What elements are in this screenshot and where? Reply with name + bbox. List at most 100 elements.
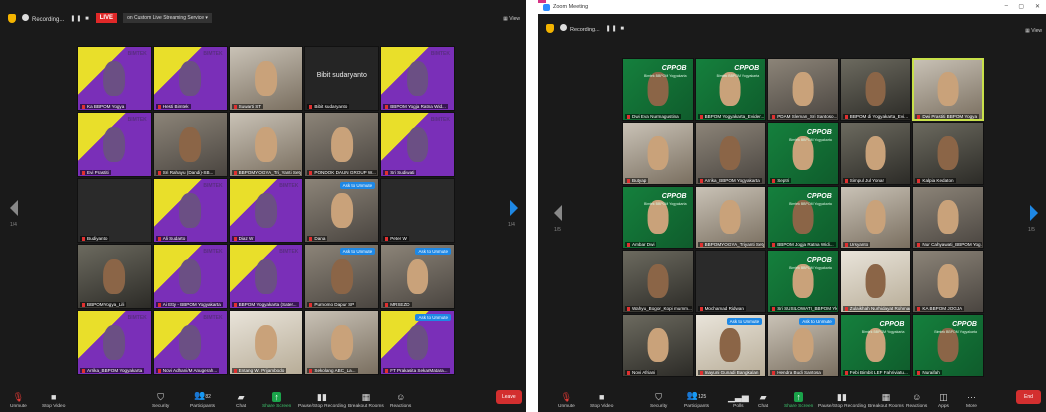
participant-tile[interactable]: Simpul Jul Yonar	[839, 122, 912, 185]
breakout-rooms-button[interactable]: ▦ Breakout Rooms	[348, 381, 384, 409]
participant-tile[interactable]: Ask to Unmute Inayuni Gunadi Bangkalan	[694, 314, 767, 377]
participant-tile[interactable]: CPPOB Bimtek BBPOM Yogyakarta Ambar Dwi	[622, 186, 694, 249]
breakout-label: Breakout Rooms	[348, 404, 384, 409]
participant-tile[interactable]: CPPOB Bimtek BBPOM Yogyakarta Febi Bimbit …	[839, 314, 912, 377]
participant-tile[interactable]: Sri Rahayu (Dandi)-SB...	[152, 112, 228, 177]
share-screen-button[interactable]: ↑ Share Screen	[262, 381, 291, 409]
participant-tile[interactable]: Ask to Unmute MRSEZD	[380, 244, 455, 309]
participant-tile[interactable]: CPPOB Bimtek BBPOM Yogyakarta Septri	[767, 122, 839, 185]
participant-tile[interactable]: BIMTEKAsk to UnmuteFT Prakasita SekarMat…	[380, 310, 455, 375]
participant-tile[interactable]: BIMTEK Ai Etty - BBPOM Yogyakarta	[152, 244, 228, 309]
security-button[interactable]: ⛉ Security	[650, 381, 667, 409]
end-button[interactable]: End	[1016, 390, 1041, 404]
share-screen-button[interactable]: ↑ Share Screen	[784, 381, 813, 409]
participant-tile[interactable]: PONDOK DAUN GROUP W...	[304, 112, 380, 177]
participant-tile[interactable]: BBPOMYOGYA_Tri_Yanti Setya...	[228, 112, 304, 177]
prev-page-arrow-icon[interactable]	[10, 200, 18, 216]
participant-tile[interactable]: BIMTEK Hesti Bimtek	[152, 46, 228, 111]
participant-tile[interactable]: BIMTEK Ka BBPOM Yogya	[77, 46, 152, 111]
participant-tile[interactable]: BBPOMYOGYA_Triyanti Setya...	[694, 186, 767, 249]
ask-to-unmute-button[interactable]: Ask to Unmute	[726, 318, 763, 325]
polls-button[interactable]: ▁▃▅ Polls	[728, 381, 749, 409]
unmute-button[interactable]: 🎙 Unmute	[558, 381, 575, 409]
participant-tile[interactable]: BIMTEK BBPOM Yogyakarta (Sater...	[228, 244, 304, 309]
recording-indicator[interactable]: Recording...	[560, 23, 600, 33]
participant-tile[interactable]: BIMTEK BBPOM Yogja Ratna Wid...	[380, 46, 455, 111]
participant-tile[interactable]: Zulaikhah Nurhidayat Rohmar...	[839, 250, 912, 313]
participant-tile[interactable]: Entang W. Prijambodo	[228, 310, 304, 375]
participant-tile[interactable]: Mochamad Ridwan	[694, 250, 767, 313]
participant-tile[interactable]: Kalpia Kedaton	[912, 122, 984, 185]
participant-tile[interactable]: BIMTEK Diaz W	[228, 178, 304, 243]
participant-tile[interactable]: BIMTEK Novi Adhani/M Anugerah...	[152, 310, 228, 375]
pause-stop-icons[interactable]: ❚❚ ■	[606, 25, 625, 32]
share-screen-icon: ↑	[794, 392, 803, 402]
unmute-button[interactable]: 🎙 Unmute	[10, 381, 27, 409]
view-button[interactable]: ▦ View	[1025, 28, 1042, 34]
leave-button[interactable]: Leave	[496, 390, 522, 404]
participant-tile[interactable]: Bibit sudaryanto Bibit sudaryanto	[304, 46, 380, 111]
cppob-subtitle: Bimtek BBPOM Yogyakarta	[789, 202, 832, 206]
minimize-icon[interactable]: –	[1005, 3, 1008, 9]
participant-tile[interactable]: Ask to Unmute Purnomo Dapur SP	[304, 244, 380, 309]
participant-tile[interactable]: CPPOB Bimtek BBPOM Yogyakarta Sri SUSILOWA…	[767, 250, 839, 313]
reactions-button[interactable]: ☺ Reactions	[906, 381, 927, 409]
participant-tile[interactable]: Butyap	[622, 122, 694, 185]
reactions-button[interactable]: ☺ Reactions	[390, 381, 411, 409]
stream-service-dropdown[interactable]: on Custom Live Streaming Service ▾	[123, 13, 212, 23]
close-icon[interactable]: ✕	[1035, 3, 1040, 10]
participant-tile[interactable]: Arrika_BBPOM Yogyakarta	[694, 122, 767, 185]
participant-tile[interactable]: BBPOMYogya_Lili	[77, 244, 152, 309]
participant-tile[interactable]: CPPOB Bimtek BBPOM Yogyakarta Dwi Eva Nurm…	[622, 58, 694, 121]
participant-tile[interactable]: CPPOB Bimtek BBPOM Yogyakarta BBPOM Yogyak…	[694, 58, 767, 121]
ask-to-unmute-button[interactable]: Ask to Unmute	[415, 248, 451, 255]
participant-tile[interactable]: Ursyanto	[839, 186, 912, 249]
participant-tile[interactable]: Sekolang ABC_La...	[304, 310, 380, 375]
participants-button[interactable]: 👥125 Participants	[684, 381, 709, 409]
shield-icon[interactable]	[8, 13, 16, 23]
participant-tile[interactable]: Budiyanto	[77, 178, 152, 243]
security-button[interactable]: ⛉ Security	[152, 381, 169, 409]
ask-to-unmute-button[interactable]: Ask to Unmute	[799, 318, 835, 325]
stop-video-button[interactable]: ■ Stop Video	[590, 381, 613, 409]
recording-indicator[interactable]: Recording...	[22, 13, 64, 23]
participant-tile[interactable]: Peter W	[380, 178, 455, 243]
chat-button[interactable]: ▰ Chat	[758, 381, 768, 409]
next-page-arrow-icon[interactable]	[510, 200, 518, 216]
participant-tile[interactable]: PDAM Sleman_Sri Santoso...	[767, 58, 839, 121]
participant-tile[interactable]: BIMTEK Arrika_BBPOM Yogyakarta	[77, 310, 152, 375]
participant-tile[interactable]: KA BBPOM JOGJA	[912, 250, 984, 313]
participants-button[interactable]: 👥82 Participants	[190, 381, 215, 409]
stop-video-button[interactable]: ■ Stop Video	[42, 381, 65, 409]
participant-tile[interactable]: BIMTEK Sri Sudiwati	[380, 112, 455, 177]
participant-tile[interactable]: Wahyu_Bogor_Kopi mumm...	[622, 250, 694, 313]
shield-icon[interactable]	[546, 23, 554, 33]
participant-tile[interactable]: Nur Cahyawati_BBPOM Yog...	[912, 186, 984, 249]
participant-tile[interactable]: CPPOB Bimtek BBPOM Yogyakarta Nuraifah	[912, 314, 984, 377]
pause-recording-button[interactable]: ▮▮ Pause/Stop Recording	[818, 381, 866, 409]
participant-tile[interactable]: Ask to Unmute Dana	[304, 178, 380, 243]
chat-button[interactable]: ▰ Chat	[236, 381, 246, 409]
pause-recording-button[interactable]: ▮▮ Pause/Stop Recording	[298, 381, 346, 409]
ask-to-unmute-button[interactable]: Ask to Unmute	[339, 182, 376, 189]
participant-tile[interactable]: BBPOM di Yogyakarta_Evi...	[839, 58, 912, 121]
participant-tile[interactable]: BIMTEK Evi Prastiti	[77, 112, 152, 177]
prev-page-arrow-icon[interactable]	[554, 205, 562, 221]
ask-to-unmute-button[interactable]: Ask to Unmute	[339, 248, 376, 255]
participant-tile[interactable]: Suwarti ST	[228, 46, 304, 111]
more-button[interactable]: ··· More	[966, 381, 977, 409]
breakout-rooms-button[interactable]: ▦ Breakout Rooms	[868, 381, 904, 409]
maximize-icon[interactable]: ▢	[1018, 3, 1024, 10]
page-indicator-right: 1/5	[1028, 227, 1035, 233]
participant-tile[interactable]: CPPOB Bimtek BBPOM Yogyakarta BBPOM Jogja …	[767, 186, 839, 249]
participant-tile[interactable]: BIMTEK Ali Sudarto	[152, 178, 228, 243]
participant-tile[interactable]: Ask to Unmute Hendra Budi Santosa	[767, 314, 839, 377]
apps-button[interactable]: ◫ Apps	[938, 381, 949, 409]
participant-tile[interactable]: Novi Afriani	[622, 314, 694, 377]
view-button[interactable]: ▦ View	[503, 16, 520, 22]
participant-tile[interactable]: Dwi Prastiti BBPOM Yogya	[912, 58, 984, 121]
ask-to-unmute-button[interactable]: Ask to Unmute	[415, 314, 451, 321]
pause-stop-icons[interactable]: ❚❚ ■	[70, 15, 89, 22]
next-page-arrow-icon[interactable]	[1030, 205, 1038, 221]
bimtek-banner: BIMTEK	[127, 315, 147, 321]
